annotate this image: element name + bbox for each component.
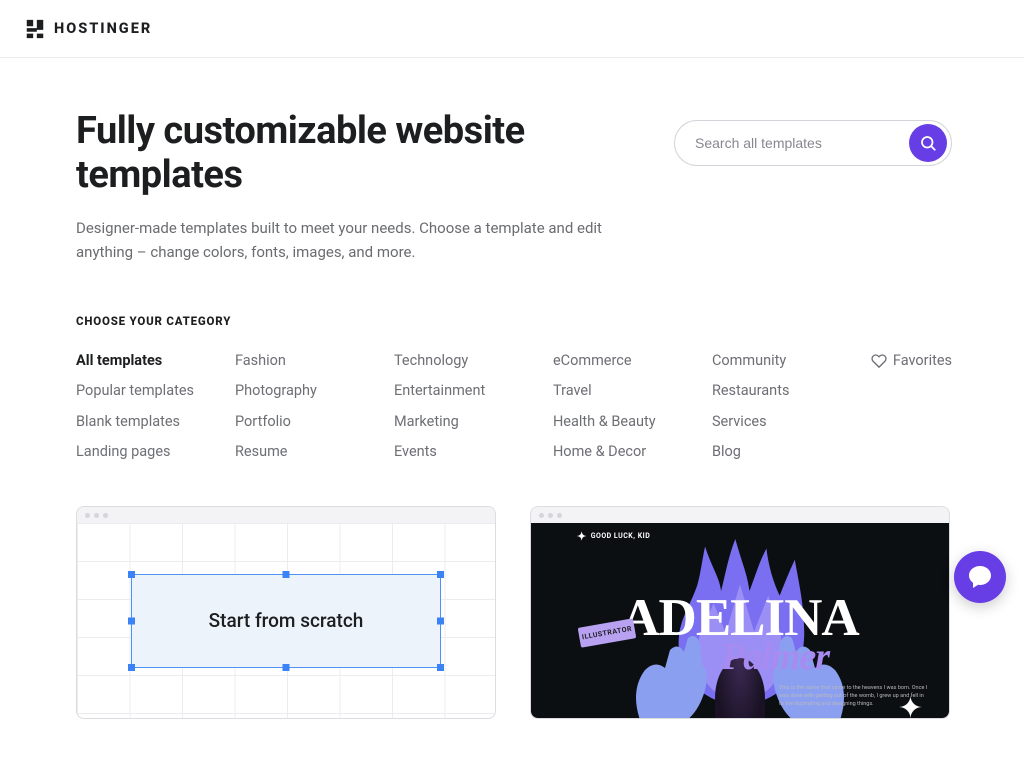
brand-logo[interactable]: HOSTINGER [24,18,152,40]
main-content: Fully customizable website templates Des… [0,58,1024,759]
category-label: CHOOSE YOUR CATEGORY [76,314,952,328]
resize-handle-icon [437,571,444,578]
page-subtitle: Designer-made templates built to meet yo… [76,217,616,264]
category-marketing[interactable]: Marketing [394,413,553,430]
category-column-5: Community Restaurants Services Blog [712,352,871,461]
category-landing-pages[interactable]: Landing pages [76,443,235,460]
resize-handle-icon [283,664,290,671]
browser-dot-icon [539,513,544,518]
browser-chrome [77,507,495,523]
hero-section: Fully customizable website templates Des… [76,110,952,264]
category-technology[interactable]: Technology [394,352,553,369]
category-fashion[interactable]: Fashion [235,352,394,369]
category-events[interactable]: Events [394,443,553,460]
category-all-templates[interactable]: All templates [76,352,235,369]
category-resume[interactable]: Resume [235,443,394,460]
category-community[interactable]: Community [712,352,871,369]
browser-chrome [531,507,949,523]
category-health-beauty[interactable]: Health & Beauty [553,413,712,430]
star-icon: ✦ [577,531,587,542]
category-column-2: Fashion Photography Portfolio Resume [235,352,394,461]
browser-dot-icon [557,513,562,518]
category-entertainment[interactable]: Entertainment [394,382,553,399]
browser-dot-icon [103,513,108,518]
adelina-line2: Palmer [601,641,949,673]
resize-handle-icon [283,571,290,578]
category-blog[interactable]: Blog [712,443,871,460]
search-icon [919,134,937,152]
chat-icon [966,563,994,591]
category-home-decor[interactable]: Home & Decor [553,443,712,460]
category-restaurants[interactable]: Restaurants [712,382,871,399]
category-column-3: Technology Entertainment Marketing Event… [394,352,553,461]
search-input[interactable] [695,135,909,151]
template-card-scratch[interactable]: Start from scratch [76,506,496,719]
heart-icon [871,353,887,369]
browser-dot-icon [85,513,90,518]
sparkle-icon: ✦ [898,691,923,718]
template-card-adelina[interactable]: ✦ GOOD LUCK, KID ILLUSTRA [530,506,950,719]
search-pill [674,120,952,166]
adelina-tag-text: GOOD LUCK, KID [591,533,651,540]
category-services[interactable]: Services [712,413,871,430]
browser-dot-icon [548,513,553,518]
category-popular-templates[interactable]: Popular templates [76,382,235,399]
chat-widget-button[interactable] [954,551,1006,603]
category-blank-templates[interactable]: Blank templates [76,413,235,430]
search-button[interactable] [909,124,947,162]
template-grid: Start from scratch [76,506,952,719]
resize-handle-icon [437,664,444,671]
search-container [674,120,952,166]
hostinger-logo-icon [24,18,46,40]
page-title: Fully customizable website templates [76,110,616,197]
category-ecommerce[interactable]: eCommerce [553,352,712,369]
adelina-stage: ILLUSTRATOR ADELINA Palmer This is the n… [531,559,949,718]
category-column-1: All templates Popular templates Blank te… [76,352,235,461]
favorites-link[interactable]: Favorites [871,352,952,461]
favorites-label: Favorites [893,352,952,369]
hero-text: Fully customizable website templates Des… [76,110,616,264]
browser-dot-icon [94,513,99,518]
resize-handle-icon [128,664,135,671]
category-column-4: eCommerce Travel Health & Beauty Home & … [553,352,712,461]
resize-handle-icon [128,571,135,578]
category-travel[interactable]: Travel [553,382,712,399]
site-header: HOSTINGER [0,0,1024,58]
brand-name: HOSTINGER [54,20,152,37]
category-portfolio[interactable]: Portfolio [235,413,394,430]
adelina-tag: ✦ GOOD LUCK, KID [577,531,650,542]
category-grid: All templates Popular templates Blank te… [76,352,952,461]
category-photography[interactable]: Photography [235,382,394,399]
